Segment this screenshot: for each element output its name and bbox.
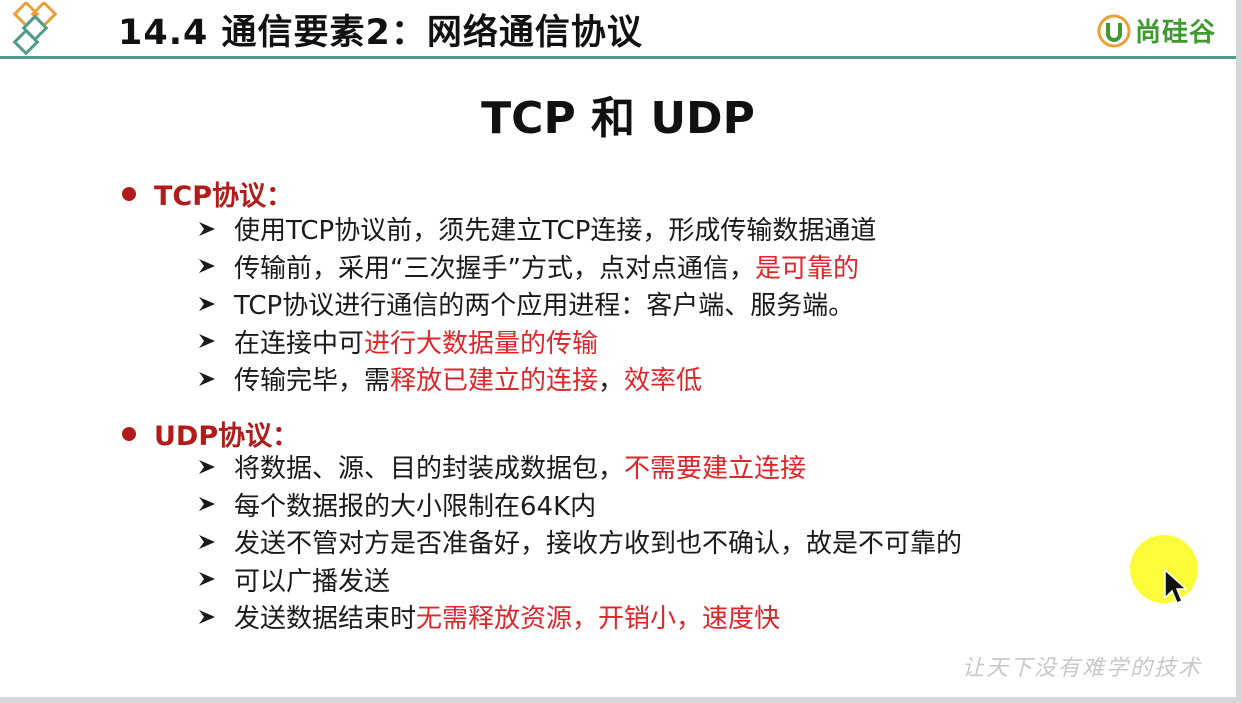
diamond-logo-icon [12,2,58,56]
list-item: TCP协议进行通信的两个应用进程：客户端、服务端。 [196,285,876,323]
bullet-text: 传输前，采用“三次握手”方式，点对点通信， [234,253,755,284]
bullet-text: 使用TCP协议前，须先建立TCP连接，形成传输数据通道 [234,216,877,247]
slide-header: 14.4 通信要素2：网络通信协议 尚硅谷 [0,0,1236,56]
list-item: 可以广播发送 [196,561,962,599]
bullet-text: 可以广播发送 [234,566,391,597]
arrow-bullet-icon [199,459,215,474]
brand-logo: 尚硅谷 [1097,12,1216,49]
arrow-bullet-icon [199,259,215,274]
highlight-text: 释放已建立的连接 [390,366,599,397]
bullet-text: 在连接中可 [234,328,365,359]
window-frame-bottom [0,697,1242,703]
arrow-bullet-icon [199,534,215,549]
brand-logo-icon [1097,14,1131,47]
header-title: 14.4 通信要素2：网络通信协议 [118,13,643,53]
arrow-bullet-icon [199,296,215,311]
mouse-cursor-icon [1164,568,1187,604]
tcp-bullet-list: 使用TCP协议前，须先建立TCP连接，形成传输数据通道 传输前，采用“三次握手”方… [196,210,876,398]
arrow-bullet-icon [199,221,215,236]
slide-title: TCP 和 UDP [481,93,755,144]
list-item: 发送数据结束时 无需释放资源，开销小，速度快 [196,598,962,636]
bullet-text: 发送不管对方是否准备好，接收方收到也不确认，故是不可靠的 [234,529,963,560]
arrow-bullet-icon [199,497,215,512]
arrow-bullet-icon [199,572,215,587]
highlight-text: 进行大数据量的传输 [364,328,599,359]
highlight-text: 是可靠的 [754,253,859,284]
section-heading-tcp: TCP协议： [122,174,293,213]
udp-bullet-list: 将数据、源、目的封装成数据包， 不需要建立连接 每个数据报的大小限制在64K内 发送不… [196,448,962,636]
list-item: 传输前，采用“三次握手”方式，点对点通信， 是可靠的 [196,248,876,286]
list-item: 发送不管对方是否准备好，接收方收到也不确认，故是不可靠的 [196,523,962,561]
list-item: 在连接中可 进行大数据量的传输 [196,323,876,361]
arrow-bullet-icon [199,371,215,386]
bullet-text: TCP协议进行通信的两个应用进程：客户端、服务端。 [234,291,855,322]
highlight-text: 无需释放资源，开销小，速度快 [416,604,781,635]
list-item: 每个数据报的大小限制在64K内 [196,486,962,524]
bullet-text: 发送数据结束时 [234,604,417,635]
slide: 14.4 通信要素2：网络通信协议 尚硅谷 TCP 和 UDP TCP协议： 使… [0,0,1236,697]
arrow-bullet-icon [199,609,215,624]
bullet-text: 每个数据报的大小限制在64K内 [234,491,597,522]
bullet-dot-icon [122,426,136,441]
watermark: 让天下没有难学的技术 [961,656,1202,681]
bullet-text: 将数据、源、目的封装成数据包， [234,454,625,485]
list-item: 传输完毕，需 释放已建立的连接，效率低 [196,360,876,398]
bullet-dot-icon [122,186,136,201]
window-frame-right [1236,0,1242,703]
highlight-text: 效率低 [624,366,703,397]
highlight-text: 不需要建立连接 [624,454,807,485]
header-divider [0,56,1236,59]
arrow-bullet-icon [199,334,215,349]
bullet-text: 传输完毕，需 [234,366,391,397]
list-item: 将数据、源、目的封装成数据包， 不需要建立连接 [196,448,962,486]
bullet-text: ， [598,366,625,397]
brand-name: 尚硅谷 [1134,18,1216,48]
list-item: 使用TCP协议前，须先建立TCP连接，形成传输数据通道 [196,210,876,248]
section-heading-label: TCP协议： [154,181,294,212]
